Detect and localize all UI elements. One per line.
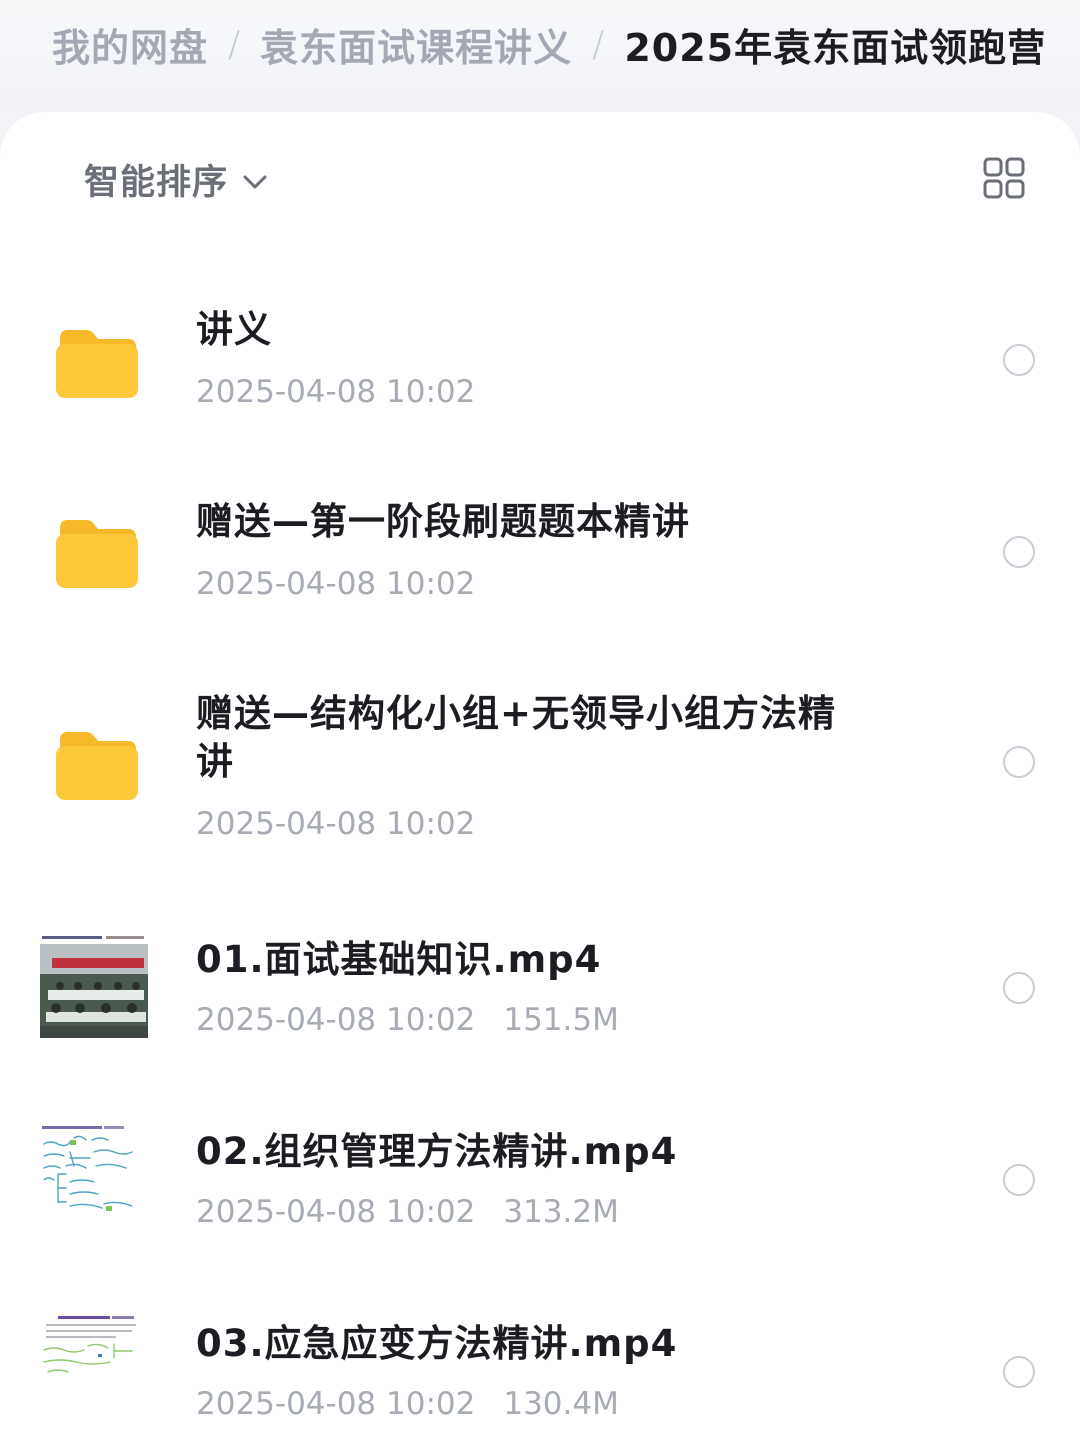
select-radio[interactable] bbox=[1003, 1356, 1035, 1388]
file-date: 2025-04-08 10:02 bbox=[196, 1386, 476, 1422]
file-date: 2025-04-08 10:02 bbox=[196, 806, 476, 842]
file-meta: 2025-04-08 10:02 151.5M bbox=[196, 1002, 619, 1038]
file-name: 01.面试基础知识.mp4 bbox=[196, 938, 602, 981]
file-size: 313.2M bbox=[503, 1194, 619, 1230]
list-item[interactable]: 讲义 2025-04-08 10:02 bbox=[0, 282, 1080, 442]
file-meta: 2025-04-08 10:02 bbox=[196, 566, 475, 602]
file-date: 2025-04-08 10:02 bbox=[196, 1194, 476, 1230]
select-radio[interactable] bbox=[1003, 536, 1035, 568]
file-panel: 智能排序 讲义 2025-04-08 10:02 赠送—第一阶段刷题题本精讲 2… bbox=[0, 112, 1080, 1440]
select-radio[interactable] bbox=[1003, 972, 1035, 1004]
folder-icon bbox=[56, 732, 138, 800]
sort-label: 智能排序 bbox=[84, 163, 229, 203]
file-name: 03.应急应变方法精讲.mp4 bbox=[196, 1322, 678, 1365]
toolbar: 智能排序 bbox=[0, 112, 1080, 242]
file-meta: 2025-04-08 10:02 130.4M bbox=[196, 1386, 619, 1422]
select-radio[interactable] bbox=[1003, 344, 1035, 376]
list-item[interactable]: 赠送—结构化小组+无领导小组方法精讲 2025-04-08 10:02 bbox=[0, 662, 1080, 862]
file-date: 2025-04-08 10:02 bbox=[196, 1002, 476, 1038]
sort-button[interactable]: 智能排序 bbox=[84, 154, 268, 205]
folder-icon bbox=[56, 520, 138, 588]
video-thumbnail bbox=[40, 1310, 148, 1414]
select-radio[interactable] bbox=[1003, 1164, 1035, 1196]
file-name: 赠送—结构化小组+无领导小组方法精讲 bbox=[196, 692, 837, 783]
breadcrumb-separator: / bbox=[592, 23, 605, 65]
chevron-down-icon bbox=[243, 175, 267, 188]
file-name: 讲义 bbox=[196, 308, 272, 351]
file-date: 2025-04-08 10:02 bbox=[196, 374, 476, 410]
breadcrumb: 我的网盘 / 袁东面试课程讲义 / 2025年袁东面试领跑营 bbox=[0, 0, 1080, 112]
file-meta: 2025-04-08 10:02 bbox=[196, 374, 475, 410]
grid-view-icon[interactable] bbox=[982, 156, 1026, 200]
list-item[interactable]: 02.组织管理方法精讲.mp4 2025-04-08 10:02 313.2M bbox=[0, 1090, 1080, 1266]
breadcrumb-item-my-drive[interactable]: 我的网盘 bbox=[52, 17, 208, 72]
file-name: 赠送—第一阶段刷题题本精讲 bbox=[196, 500, 690, 543]
file-size: 151.5M bbox=[503, 1002, 619, 1038]
file-date: 2025-04-08 10:02 bbox=[196, 566, 476, 602]
breadcrumb-item-course-notes[interactable]: 袁东面试课程讲义 bbox=[260, 17, 572, 72]
select-radio[interactable] bbox=[1003, 746, 1035, 778]
file-size: 130.4M bbox=[503, 1386, 619, 1422]
list-item[interactable]: 赠送—第一阶段刷题题本精讲 2025-04-08 10:02 bbox=[0, 474, 1080, 634]
file-meta: 2025-04-08 10:02 313.2M bbox=[196, 1194, 619, 1230]
list-item[interactable]: 01.面试基础知识.mp4 2025-04-08 10:02 151.5M bbox=[0, 898, 1080, 1074]
breadcrumb-separator: / bbox=[228, 23, 241, 65]
breadcrumb-item-current: 2025年袁东面试领跑营 bbox=[624, 25, 1047, 70]
file-meta: 2025-04-08 10:02 bbox=[196, 806, 475, 842]
folder-icon bbox=[56, 330, 138, 398]
video-thumbnail bbox=[40, 1122, 148, 1226]
video-thumbnail bbox=[40, 934, 148, 1038]
list-item[interactable]: 03.应急应变方法精讲.mp4 2025-04-08 10:02 130.4M bbox=[0, 1282, 1080, 1440]
file-name: 02.组织管理方法精讲.mp4 bbox=[196, 1130, 678, 1173]
